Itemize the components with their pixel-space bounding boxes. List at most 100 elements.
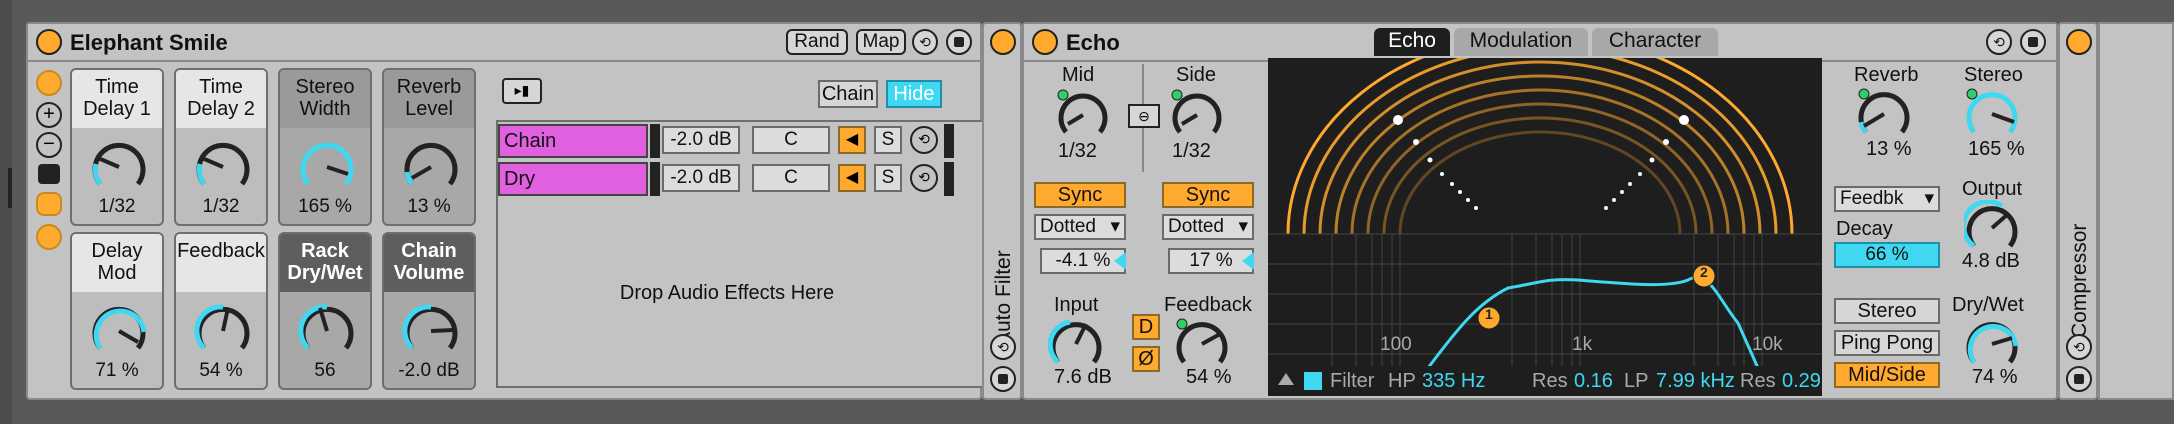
chain-row[interactable]: Chain -2.0 dB C ◀ S ⟲ xyxy=(498,124,984,158)
output-knob[interactable] xyxy=(1964,200,2020,256)
lp-res-value[interactable]: 0.29 xyxy=(1782,370,1821,393)
save-preset-icon[interactable] xyxy=(990,366,1016,392)
rand-button[interactable]: Rand xyxy=(786,29,848,55)
drywet-value: 74 % xyxy=(1972,366,2018,388)
auto-filter-title[interactable]: Auto Filter xyxy=(992,250,1016,346)
side-time-knob[interactable] xyxy=(1170,88,1222,140)
macro-toggle-icon[interactable] xyxy=(36,70,62,96)
rack-power-button[interactable] xyxy=(36,29,62,55)
auto-filter-power-button[interactable] xyxy=(990,29,1016,55)
hot-swap-icon[interactable]: ⟲ xyxy=(910,164,938,192)
speaker-icon[interactable]: ◀ xyxy=(838,164,866,192)
chain-name[interactable]: Dry xyxy=(498,162,648,196)
chain-grip[interactable] xyxy=(650,124,660,158)
chain-volume-field[interactable]: -2.0 dB xyxy=(662,164,740,192)
side-sync-mode-select[interactable]: Dotted ▾ xyxy=(1162,214,1254,240)
chevron-down-icon: ▾ xyxy=(1924,188,1934,209)
decay-field[interactable]: 66 % xyxy=(1834,242,1940,268)
solo-button[interactable]: S xyxy=(874,126,902,154)
d-button[interactable]: D xyxy=(1132,314,1160,340)
macro-1-knob[interactable] xyxy=(90,138,148,196)
macro-3-knob[interactable] xyxy=(298,138,356,196)
chain-list-icon[interactable] xyxy=(36,224,62,250)
macro-7-knob[interactable] xyxy=(298,302,356,360)
mode-ping-pong-button[interactable]: Ping Pong xyxy=(1834,330,1940,356)
hide-button[interactable]: Hide xyxy=(886,80,942,108)
link-icon[interactable]: ⊖ xyxy=(1128,104,1160,128)
decay-label: Decay xyxy=(1836,218,1893,240)
reverb-knob[interactable] xyxy=(1856,86,1912,142)
tab-echo[interactable]: Echo xyxy=(1374,28,1450,56)
chain-grip[interactable] xyxy=(650,162,660,196)
macro-6-knob[interactable] xyxy=(194,302,252,360)
chain-row[interactable]: Dry -2.0 dB C ◀ S ⟲ xyxy=(498,162,984,196)
hot-swap-icon[interactable]: ⟲ xyxy=(2066,334,2092,360)
solo-button[interactable]: S xyxy=(874,164,902,192)
chain-grip-right[interactable] xyxy=(944,162,954,196)
drop-effects-text[interactable]: Drop Audio Effects Here xyxy=(498,282,956,305)
macro-3[interactable]: Stereo Width 165 % xyxy=(278,68,372,226)
mid-sync-mode-select[interactable]: Dotted ▾ xyxy=(1034,214,1126,240)
randomize-icon[interactable] xyxy=(38,164,60,184)
hot-swap-icon[interactable]: ⟲ xyxy=(990,334,1016,360)
chain-grip-right[interactable] xyxy=(944,124,954,158)
hp-res-value[interactable]: 0.16 xyxy=(1574,370,1613,393)
stereo-knob[interactable] xyxy=(1964,86,2020,142)
hot-swap-icon[interactable]: ⟲ xyxy=(912,29,938,55)
macro-7[interactable]: Rack Dry/Wet 56 xyxy=(278,232,372,390)
mid-label: Mid xyxy=(1062,64,1095,86)
mid-sync-button[interactable]: Sync xyxy=(1034,182,1126,208)
macro-8[interactable]: Chain Volume -2.0 dB xyxy=(382,232,476,390)
collapse-triangle-icon[interactable] xyxy=(1278,373,1294,385)
lp-label: LP xyxy=(1624,370,1649,392)
save-preset-icon[interactable] xyxy=(2020,29,2046,55)
macro-1[interactable]: Time Delay 1 1/32 xyxy=(70,68,164,226)
macro-8-knob[interactable] xyxy=(402,302,460,360)
device-drop-area[interactable] xyxy=(2098,22,2174,400)
phase-invert-button[interactable]: Ø xyxy=(1132,346,1160,372)
side-sync-button[interactable]: Sync xyxy=(1162,182,1254,208)
compressor-power-button[interactable] xyxy=(2066,29,2092,55)
compressor-title[interactable]: Compressor xyxy=(2068,224,2092,338)
chain-pan-field[interactable]: C xyxy=(752,164,830,192)
macro-2-knob[interactable] xyxy=(194,138,252,196)
macro-variations-icon[interactable] xyxy=(36,192,62,216)
tab-modulation[interactable]: Modulation xyxy=(1454,28,1588,56)
speaker-icon[interactable]: ◀ xyxy=(838,126,866,154)
macro-2[interactable]: Time Delay 2 1/32 xyxy=(174,68,268,226)
map-button[interactable]: Map xyxy=(856,29,906,55)
macro-5-knob[interactable] xyxy=(90,302,148,360)
macro-4[interactable]: Reverb Level 13 % xyxy=(382,68,476,226)
resize-handle[interactable] xyxy=(8,168,12,208)
tab-character[interactable]: Character xyxy=(1592,28,1718,56)
input-knob[interactable] xyxy=(1048,316,1104,372)
reverb-position-select[interactable]: Feedbk ▾ xyxy=(1834,186,1940,212)
chain-volume-field[interactable]: -2.0 dB xyxy=(662,126,740,154)
macro-2-value: 1/32 xyxy=(202,196,240,217)
filter-grid xyxy=(1268,233,1822,368)
macro-5[interactable]: Delay Mod 71 % xyxy=(70,232,164,390)
chain-pan-field[interactable]: C xyxy=(752,126,830,154)
add-macro-icon[interactable]: + xyxy=(36,102,62,128)
lp-value[interactable]: 7.99 kHz xyxy=(1656,370,1735,393)
remove-macro-icon[interactable]: − xyxy=(36,132,62,158)
mid-time-knob[interactable] xyxy=(1056,88,1108,140)
echo-power-button[interactable] xyxy=(1032,29,1058,55)
chain-name[interactable]: Chain xyxy=(498,124,648,158)
hp-value[interactable]: 335 Hz xyxy=(1422,370,1485,393)
mode-stereo-button[interactable]: Stereo xyxy=(1834,298,1940,324)
filter-toggle[interactable] xyxy=(1304,372,1322,390)
auto-select-icon[interactable]: ▸▮ xyxy=(502,78,542,104)
chain-button[interactable]: Chain xyxy=(818,80,878,108)
save-preset-icon[interactable] xyxy=(2066,366,2092,392)
mode-mid-side-button[interactable]: Mid/Side xyxy=(1834,362,1940,388)
macro-6[interactable]: Feedback 54 % xyxy=(174,232,268,390)
hot-swap-icon[interactable]: ⟲ xyxy=(1986,29,2012,55)
hot-swap-icon[interactable]: ⟲ xyxy=(910,126,938,154)
feedback-label: Feedback xyxy=(1164,294,1252,316)
echo-display[interactable]: 1 2 100 1k 10k Filter HP 335 Hz Res 0.16… xyxy=(1268,32,1822,396)
drywet-knob[interactable] xyxy=(1964,316,2020,372)
feedback-knob[interactable] xyxy=(1174,316,1230,372)
save-preset-icon[interactable] xyxy=(946,29,972,55)
macro-4-knob[interactable] xyxy=(402,138,460,196)
